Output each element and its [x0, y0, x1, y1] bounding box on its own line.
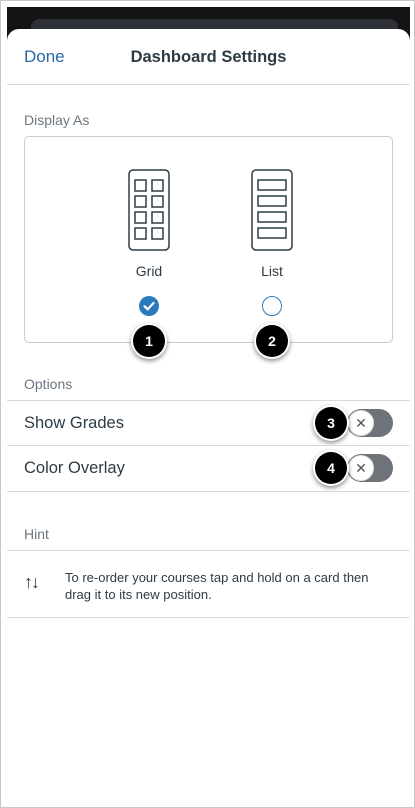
- show-grades-row: Show Grades ✕ 3: [7, 400, 410, 445]
- nav-bar: Done Dashboard Settings: [7, 29, 410, 85]
- grid-radio[interactable]: [139, 296, 159, 316]
- checkmark-icon: [143, 301, 155, 311]
- color-overlay-row: Color Overlay ✕ 4: [7, 445, 410, 490]
- grid-option-label: Grid: [135, 263, 163, 279]
- show-grades-label: Show Grades: [24, 414, 124, 432]
- display-as-heading: Display As: [24, 112, 90, 128]
- callout-marker-1: 1: [133, 325, 165, 357]
- display-as-box: Grid 1 List 2: [24, 136, 393, 357]
- list-layout-icon: [251, 169, 293, 251]
- settings-sheet: Done Dashboard Settings Display As Grid: [7, 29, 410, 801]
- grid-layout-icon: [128, 169, 170, 251]
- callout-marker-3: 3: [315, 407, 347, 439]
- hint-heading: Hint: [24, 526, 49, 542]
- show-grades-toggle[interactable]: ✕: [347, 409, 393, 437]
- divider: [7, 491, 410, 492]
- reorder-arrows-icon: ↑↓: [24, 572, 40, 592]
- options-heading: Options: [24, 376, 73, 392]
- page-title: Dashboard Settings: [130, 48, 287, 66]
- divider: [7, 617, 410, 618]
- close-icon: ✕: [348, 455, 374, 481]
- app-frame: Done Dashboard Settings Display As Grid: [0, 0, 415, 808]
- divider: [7, 550, 410, 551]
- callout-marker-4: 4: [315, 452, 347, 484]
- color-overlay-label: Color Overlay: [24, 459, 125, 477]
- close-icon: ✕: [348, 410, 374, 436]
- list-radio[interactable]: [262, 296, 282, 316]
- callout-marker-2: 2: [256, 325, 288, 357]
- hint-text: To re-order your courses tap and hold on…: [65, 570, 369, 602]
- list-option-label: List: [261, 263, 283, 279]
- color-overlay-toggle[interactable]: ✕: [347, 454, 393, 482]
